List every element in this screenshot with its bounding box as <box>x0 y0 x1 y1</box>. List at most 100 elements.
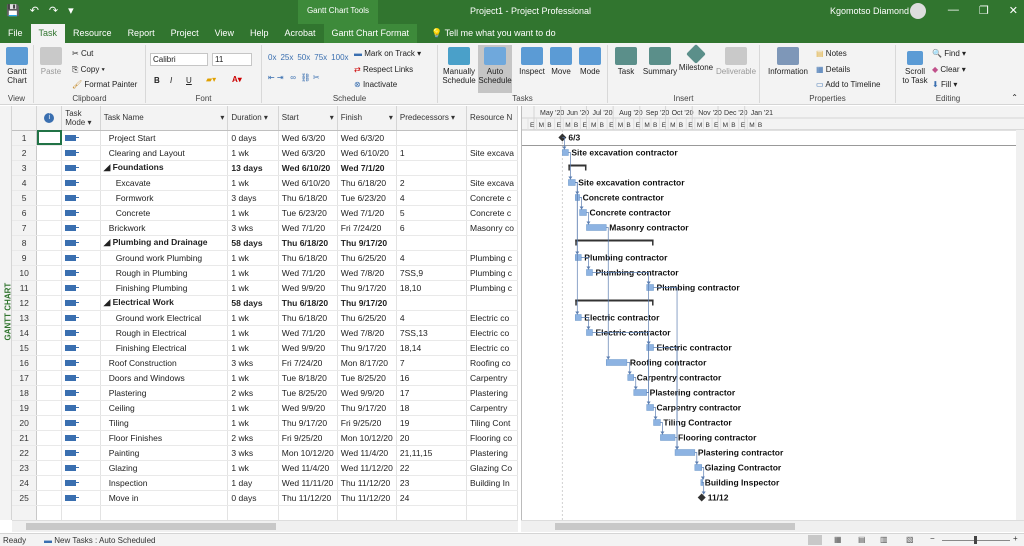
row-id[interactable]: 17 <box>12 370 38 386</box>
task-name-cell[interactable]: Concrete <box>100 205 229 221</box>
task-mode-cell[interactable] <box>61 310 101 326</box>
predecessors-cell[interactable] <box>396 235 468 251</box>
start-cell[interactable]: Thu 9/17/20 <box>278 415 338 431</box>
indicator-cell[interactable] <box>36 265 63 281</box>
table-row[interactable]: 1 Project Start 0 days Wed 6/3/20 Wed 6/3/20 <box>12 130 518 146</box>
predecessors-cell[interactable]: 17 <box>396 385 468 401</box>
tab-acrobat[interactable]: Acrobat <box>276 24 323 43</box>
tab-gantt-chart-format[interactable]: Gantt Chart Format <box>323 24 418 43</box>
start-cell[interactable]: Wed 6/3/20 <box>278 145 338 161</box>
resource-sheet-shortcut-icon[interactable]: ▥ <box>880 535 888 544</box>
task-mode-cell[interactable] <box>61 145 101 161</box>
tab-report[interactable]: Report <box>120 24 163 43</box>
resource-names-cell[interactable]: Electric co <box>466 340 518 356</box>
table-row[interactable]: 22 Painting 3 wks Mon 10/12/20 Wed 11/4/20 21… <box>12 445 518 461</box>
finish-cell[interactable]: Wed 7/8/20 <box>337 325 397 341</box>
row-id[interactable]: 23 <box>12 460 38 476</box>
indicator-cell[interactable] <box>36 175 63 191</box>
table-row[interactable]: 15 Finishing Electrical 1 wk Wed 9/9/20 Thu … <box>12 340 518 356</box>
resource-names-cell[interactable] <box>466 130 518 146</box>
pct-50-button[interactable]: 50x <box>297 53 310 62</box>
predecessors-cell[interactable]: 1 <box>396 145 468 161</box>
predecessors-cell[interactable]: 5 <box>396 205 468 221</box>
table-row[interactable]: 25 Move in 0 days Thu 11/12/20 Thu 11/12/20 2… <box>12 490 518 506</box>
duration-cell[interactable]: 1 wk <box>227 400 279 416</box>
resource-names-cell[interactable]: Plastering <box>466 385 518 401</box>
finish-cell[interactable]: Thu 9/17/20 <box>337 235 397 251</box>
predecessors-cell[interactable]: 4 <box>396 190 468 206</box>
predecessors-cell[interactable] <box>396 160 468 176</box>
start-cell[interactable]: Thu 6/18/20 <box>278 295 338 311</box>
table-row[interactable]: 23 Glazing 1 wk Wed 11/4/20 Wed 11/12/20 22 Gl… <box>12 460 518 476</box>
task-mode-cell[interactable] <box>61 295 101 311</box>
task-mode-cell[interactable] <box>61 430 101 446</box>
start-cell[interactable]: Tue 8/18/20 <box>278 370 338 386</box>
finish-cell[interactable]: Thu 6/25/20 <box>337 310 397 326</box>
empty-row[interactable] <box>12 505 518 520</box>
task-usage-shortcut-icon[interactable]: ▦ <box>834 535 842 544</box>
table-row[interactable]: 11 Finishing Plumbing 1 wk Wed 9/9/20 Thu 9/… <box>12 280 518 296</box>
row-id[interactable]: 11 <box>12 280 38 296</box>
start-cell[interactable]: Wed 6/10/20 <box>278 175 338 191</box>
duration-cell[interactable]: 1 wk <box>227 205 279 221</box>
finish-cell[interactable]: Tue 6/23/20 <box>337 190 397 206</box>
start-cell[interactable]: Wed 11/11/20 <box>278 475 338 491</box>
table-row[interactable]: 2 Clearing and Layout 1 wk Wed 6/3/20 Wed 6/… <box>12 145 518 161</box>
task-name-cell[interactable]: Plastering <box>100 385 229 401</box>
pct-100-button[interactable]: 100x <box>331 53 348 62</box>
table-row[interactable]: 24 Inspection 1 day Wed 11/11/20 Thu 11/12/2… <box>12 475 518 491</box>
auto-schedule-button[interactable]: Auto Schedule <box>478 45 512 93</box>
copy-button[interactable]: ⎘ Copy ▾ <box>72 65 105 75</box>
predecessors-cell[interactable]: 18,10 <box>396 280 468 296</box>
customize-qat-icon[interactable]: ▾ <box>68 4 74 17</box>
start-cell[interactable]: Wed 6/10/20 <box>278 160 338 176</box>
indicator-cell[interactable] <box>36 235 63 251</box>
font-size-select[interactable]: 11 <box>212 53 252 66</box>
summary-button[interactable]: Summary <box>642 47 678 76</box>
start-cell[interactable]: Thu 6/18/20 <box>278 190 338 206</box>
row-id[interactable]: 8 <box>12 235 38 251</box>
indicator-cell[interactable] <box>36 340 63 356</box>
row-id[interactable]: 3 <box>12 160 38 176</box>
milestone-button[interactable]: Milestone <box>678 44 714 72</box>
italic-button[interactable]: I <box>170 76 172 85</box>
find-button[interactable]: 🔍 Find ▾ <box>932 49 966 58</box>
task-name-cell[interactable]: Project Start <box>100 130 229 146</box>
tell-me-box[interactable]: 💡 Tell me what you want to do <box>423 24 564 43</box>
table-row[interactable]: 21 Floor Finishes 2 wks Fri 9/25/20 Mon 10/1… <box>12 430 518 446</box>
move-button[interactable]: Move <box>548 47 574 76</box>
duration-cell[interactable]: 1 wk <box>227 325 279 341</box>
minimize-button[interactable]: — <box>948 4 959 17</box>
resource-names-cell[interactable] <box>466 295 518 311</box>
finish-cell[interactable]: Wed 7/1/20 <box>337 205 397 221</box>
duration-cell[interactable]: 1 wk <box>227 415 279 431</box>
indicator-cell[interactable] <box>36 325 63 341</box>
notes-button[interactable]: ▤ Notes <box>816 49 847 58</box>
mark-on-track-button[interactable]: ▬ Mark on Track ▾ <box>354 49 421 58</box>
duration-cell[interactable]: 0 days <box>227 490 279 506</box>
start-cell[interactable]: Wed 9/9/20 <box>278 280 338 296</box>
task-name-cell[interactable]: Tiling <box>100 415 229 431</box>
respect-links-button[interactable]: ⇄ Respect Links <box>354 65 413 74</box>
row-id[interactable]: 1 <box>12 130 38 146</box>
start-cell[interactable]: Thu 6/18/20 <box>278 250 338 266</box>
duration-cell[interactable]: 1 wk <box>227 310 279 326</box>
predecessors-cell[interactable]: 7SS,13 <box>396 325 468 341</box>
pct-75-button[interactable]: 75x <box>314 53 327 62</box>
paste-button[interactable]: Paste <box>38 47 64 76</box>
column-header-predecessors[interactable]: Predecessors ▾ <box>396 106 468 131</box>
task-mode-cell[interactable] <box>61 490 101 506</box>
table-row[interactable]: 18 Plastering 2 wks Tue 8/25/20 Wed 9/9/20 17… <box>12 385 518 401</box>
indicator-cell[interactable] <box>36 160 63 176</box>
tab-resource[interactable]: Resource <box>65 24 120 43</box>
table-row[interactable]: 9 Ground work Plumbing 1 wk Thu 6/18/20 Thu … <box>12 250 518 266</box>
duration-cell[interactable]: 2 wks <box>227 385 279 401</box>
task-mode-cell[interactable] <box>61 415 101 431</box>
duration-cell[interactable]: 1 wk <box>227 250 279 266</box>
finish-cell[interactable]: Tue 8/25/20 <box>337 370 397 386</box>
column-header-task-name[interactable]: Task Name ▾ <box>100 106 229 131</box>
resource-names-cell[interactable] <box>466 235 518 251</box>
close-button[interactable]: ✕ <box>1009 4 1018 17</box>
save-icon[interactable]: 💾 <box>6 4 20 17</box>
indicator-cell[interactable] <box>36 355 63 371</box>
